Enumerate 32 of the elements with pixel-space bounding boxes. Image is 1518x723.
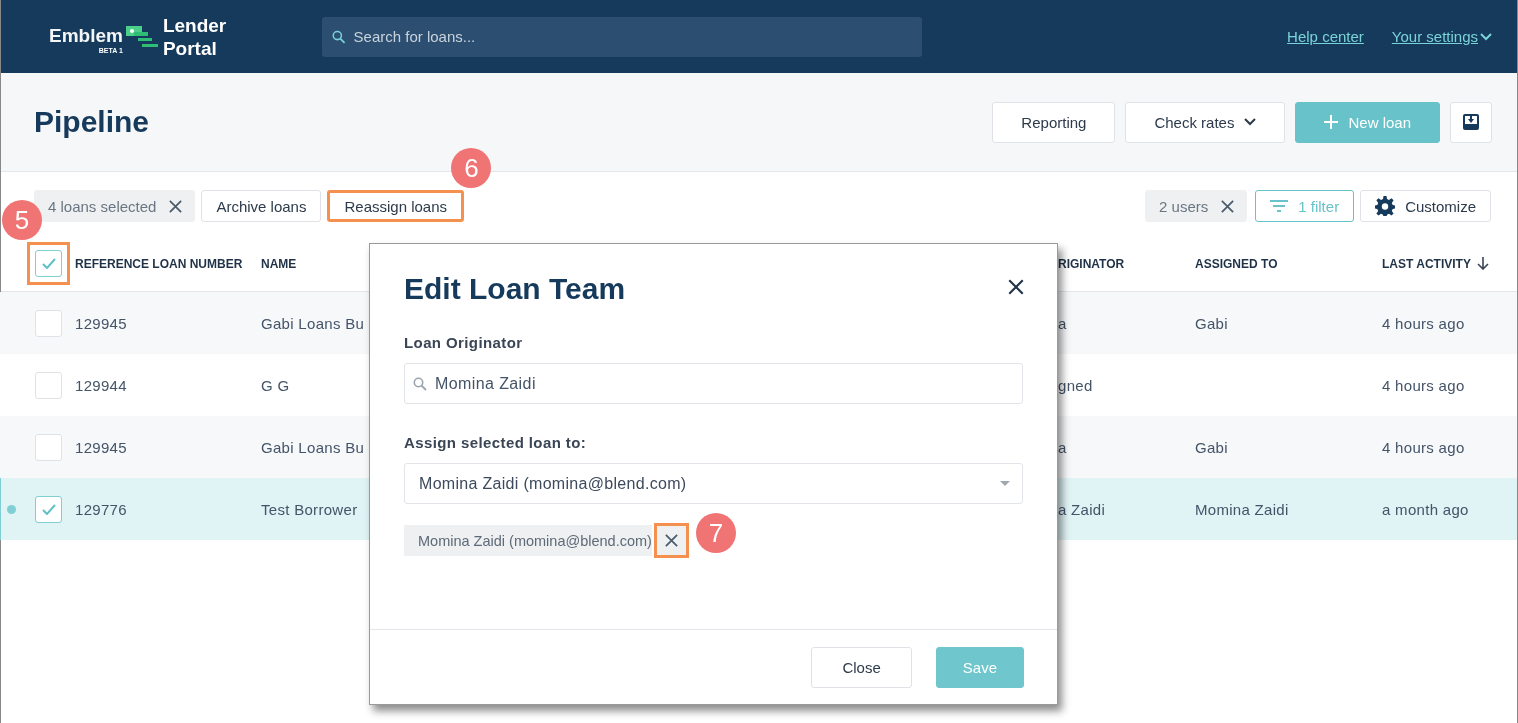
callout-marker: 6 <box>451 148 492 188</box>
table-cell-text: a <box>1058 438 1068 456</box>
table-cell-text: Gabi Loans Bu <box>261 314 366 332</box>
table-cell-text: 4 hours ago <box>1382 376 1466 394</box>
callout-marker: 7 <box>695 513 736 553</box>
table-cell-text: a Zaidi <box>1058 500 1107 518</box>
table-cell-text: a month ago <box>1382 500 1470 518</box>
brand-name: Emblem <box>49 26 123 46</box>
table-cell-text: 129945 <box>75 314 128 332</box>
table-cell-text: Test Borrower <box>261 500 359 518</box>
selection-count: 4 loans selected <box>48 197 157 215</box>
field-label: Assign selected loan to: <box>404 434 588 451</box>
table-cell-text: a <box>1058 314 1068 332</box>
assignee-tag: Momina Zaidi (momina@blend.com) <box>404 525 652 556</box>
table-cell-text: gned <box>1058 376 1094 394</box>
field-label: Loan Originator <box>404 334 524 351</box>
dialog-title: Edit Loan Team <box>404 272 626 306</box>
table-cell-text: Gabi <box>1195 314 1229 332</box>
table-cell-text: G G <box>261 376 291 394</box>
callout-marker: 5 <box>2 200 42 240</box>
table-cell-text: Gabi Loans Bu <box>261 438 366 456</box>
product-name: Portal <box>162 36 218 60</box>
users-count: 2 users <box>1159 197 1209 215</box>
table-cell-text: 129944 <box>75 376 128 394</box>
table-cell-text: 4 hours ago <box>1382 314 1466 332</box>
page-title: Pipeline <box>34 105 150 139</box>
table-cell-text: Momina Zaidi <box>1195 500 1290 518</box>
product-name: Lender <box>162 13 227 37</box>
table-cell-text: 129776 <box>75 500 128 518</box>
table-cell-text: Gabi <box>1195 438 1229 456</box>
table-cell-text: 129945 <box>75 438 128 456</box>
table-cell-text: 4 hours ago <box>1382 438 1466 456</box>
